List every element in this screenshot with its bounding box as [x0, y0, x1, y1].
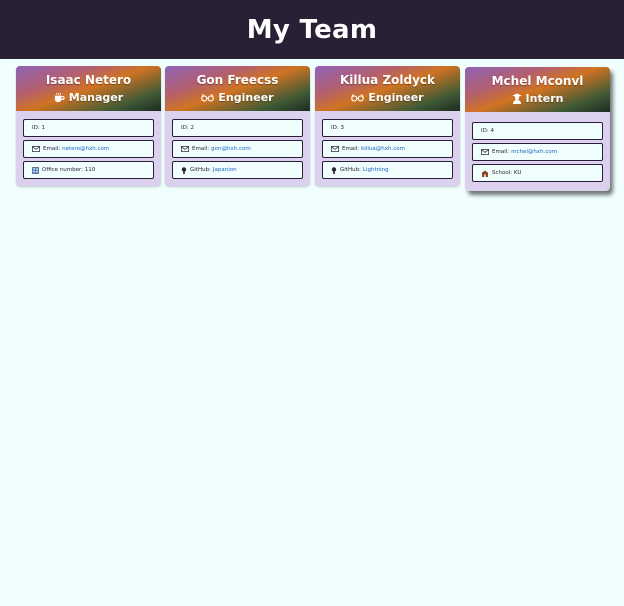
card-body: ID: 3 Email: killua@hxh.com GitHub: Ligh…: [315, 111, 460, 186]
member-school-row: School: KU: [472, 164, 603, 182]
github-link[interactable]: Japanion: [213, 167, 237, 173]
envelope-icon: [181, 146, 189, 152]
page-header: My Team: [0, 0, 624, 59]
member-card-engineer: Gon Freecss Engineer ID: 2 Email: gon@hx…: [165, 66, 310, 186]
card-header: Mchel Mconvl Intern: [465, 67, 610, 112]
email-link[interactable]: mchel@hxh.com: [511, 149, 557, 155]
member-role-label: Engineer: [218, 91, 274, 104]
member-id-text: ID: 2: [181, 125, 194, 131]
member-id: ID: 2: [172, 119, 303, 137]
card-body: ID: 1 Email: netero@hxh.com Office numbe…: [16, 111, 161, 186]
page-title: My Team: [246, 14, 378, 45]
school-name: KU: [513, 170, 522, 176]
member-github-row: GitHub: Lightning: [322, 161, 453, 179]
member-github-row: GitHub: Japanion: [172, 161, 303, 179]
email-label: Email:: [342, 146, 360, 152]
card-header: Killua Zoldyck Engineer: [315, 66, 460, 111]
member-role-label: Engineer: [368, 91, 424, 104]
github-link[interactable]: Lightning: [363, 167, 389, 173]
github-icon: [181, 166, 187, 174]
card-body: ID: 2 Email: gon@hxh.com GitHub: Japanio…: [165, 111, 310, 186]
member-email-row: Email: killua@hxh.com: [322, 140, 453, 158]
member-card-intern: Mchel Mconvl Intern ID: 4 Email: mchel@h…: [465, 67, 610, 191]
member-name: Isaac Netero: [45, 73, 132, 87]
email-link[interactable]: killua@hxh.com: [361, 146, 405, 152]
email-link[interactable]: gon@hxh.com: [211, 146, 251, 152]
email-label: Email:: [43, 146, 61, 152]
glasses-icon: [351, 93, 365, 102]
member-role-label: Manager: [68, 91, 124, 104]
member-role-label: Intern: [525, 92, 564, 105]
member-email-row: Email: mchel@hxh.com: [472, 143, 603, 161]
office-number: 110: [84, 167, 96, 173]
github-label: GitHub:: [340, 167, 361, 173]
graduate-icon: [512, 93, 522, 104]
member-email-row: Email: gon@hxh.com: [172, 140, 303, 158]
member-id: ID: 3: [322, 119, 453, 137]
github-label: GitHub:: [190, 167, 211, 173]
envelope-icon: [481, 149, 489, 155]
team-cards: Isaac Netero Manager ID: 1 Email: netero…: [0, 59, 624, 606]
member-email-row: Email: netero@hxh.com: [23, 140, 154, 158]
school-label: School:: [492, 170, 513, 176]
member-name: Mchel Mconvl: [491, 74, 584, 88]
github-icon: [331, 166, 337, 174]
member-id-text: ID: 3: [331, 125, 344, 131]
coffee-icon: [54, 92, 65, 103]
email-link[interactable]: netero@hxh.com: [62, 146, 109, 152]
school-icon: [481, 170, 489, 177]
card-header: Gon Freecss Engineer: [165, 66, 310, 111]
email-label: Email:: [192, 146, 210, 152]
member-name: Killua Zoldyck: [339, 73, 436, 87]
envelope-icon: [331, 146, 339, 152]
member-name: Gon Freecss: [196, 73, 279, 87]
member-office-row: Office number: 110: [23, 161, 154, 179]
member-role: Intern: [512, 92, 564, 105]
envelope-icon: [32, 146, 40, 152]
building-icon: [32, 166, 39, 174]
member-role: Engineer: [201, 91, 274, 104]
office-label: Office number:: [42, 167, 84, 173]
member-id-text: ID: 4: [481, 128, 494, 134]
glasses-icon: [201, 93, 215, 102]
card-header: Isaac Netero Manager: [16, 66, 161, 111]
member-id: ID: 4: [472, 122, 603, 140]
email-label: Email:: [492, 149, 510, 155]
member-role: Manager: [54, 91, 123, 104]
member-id: ID: 1: [23, 119, 154, 137]
member-card-manager: Isaac Netero Manager ID: 1 Email: netero…: [16, 66, 161, 186]
card-body: ID: 4 Email: mchel@hxh.com School: KU: [465, 112, 610, 191]
member-id-text: ID: 1: [32, 125, 45, 131]
member-card-engineer: Killua Zoldyck Engineer ID: 3 Email: kil…: [315, 66, 460, 186]
member-role: Engineer: [351, 91, 424, 104]
